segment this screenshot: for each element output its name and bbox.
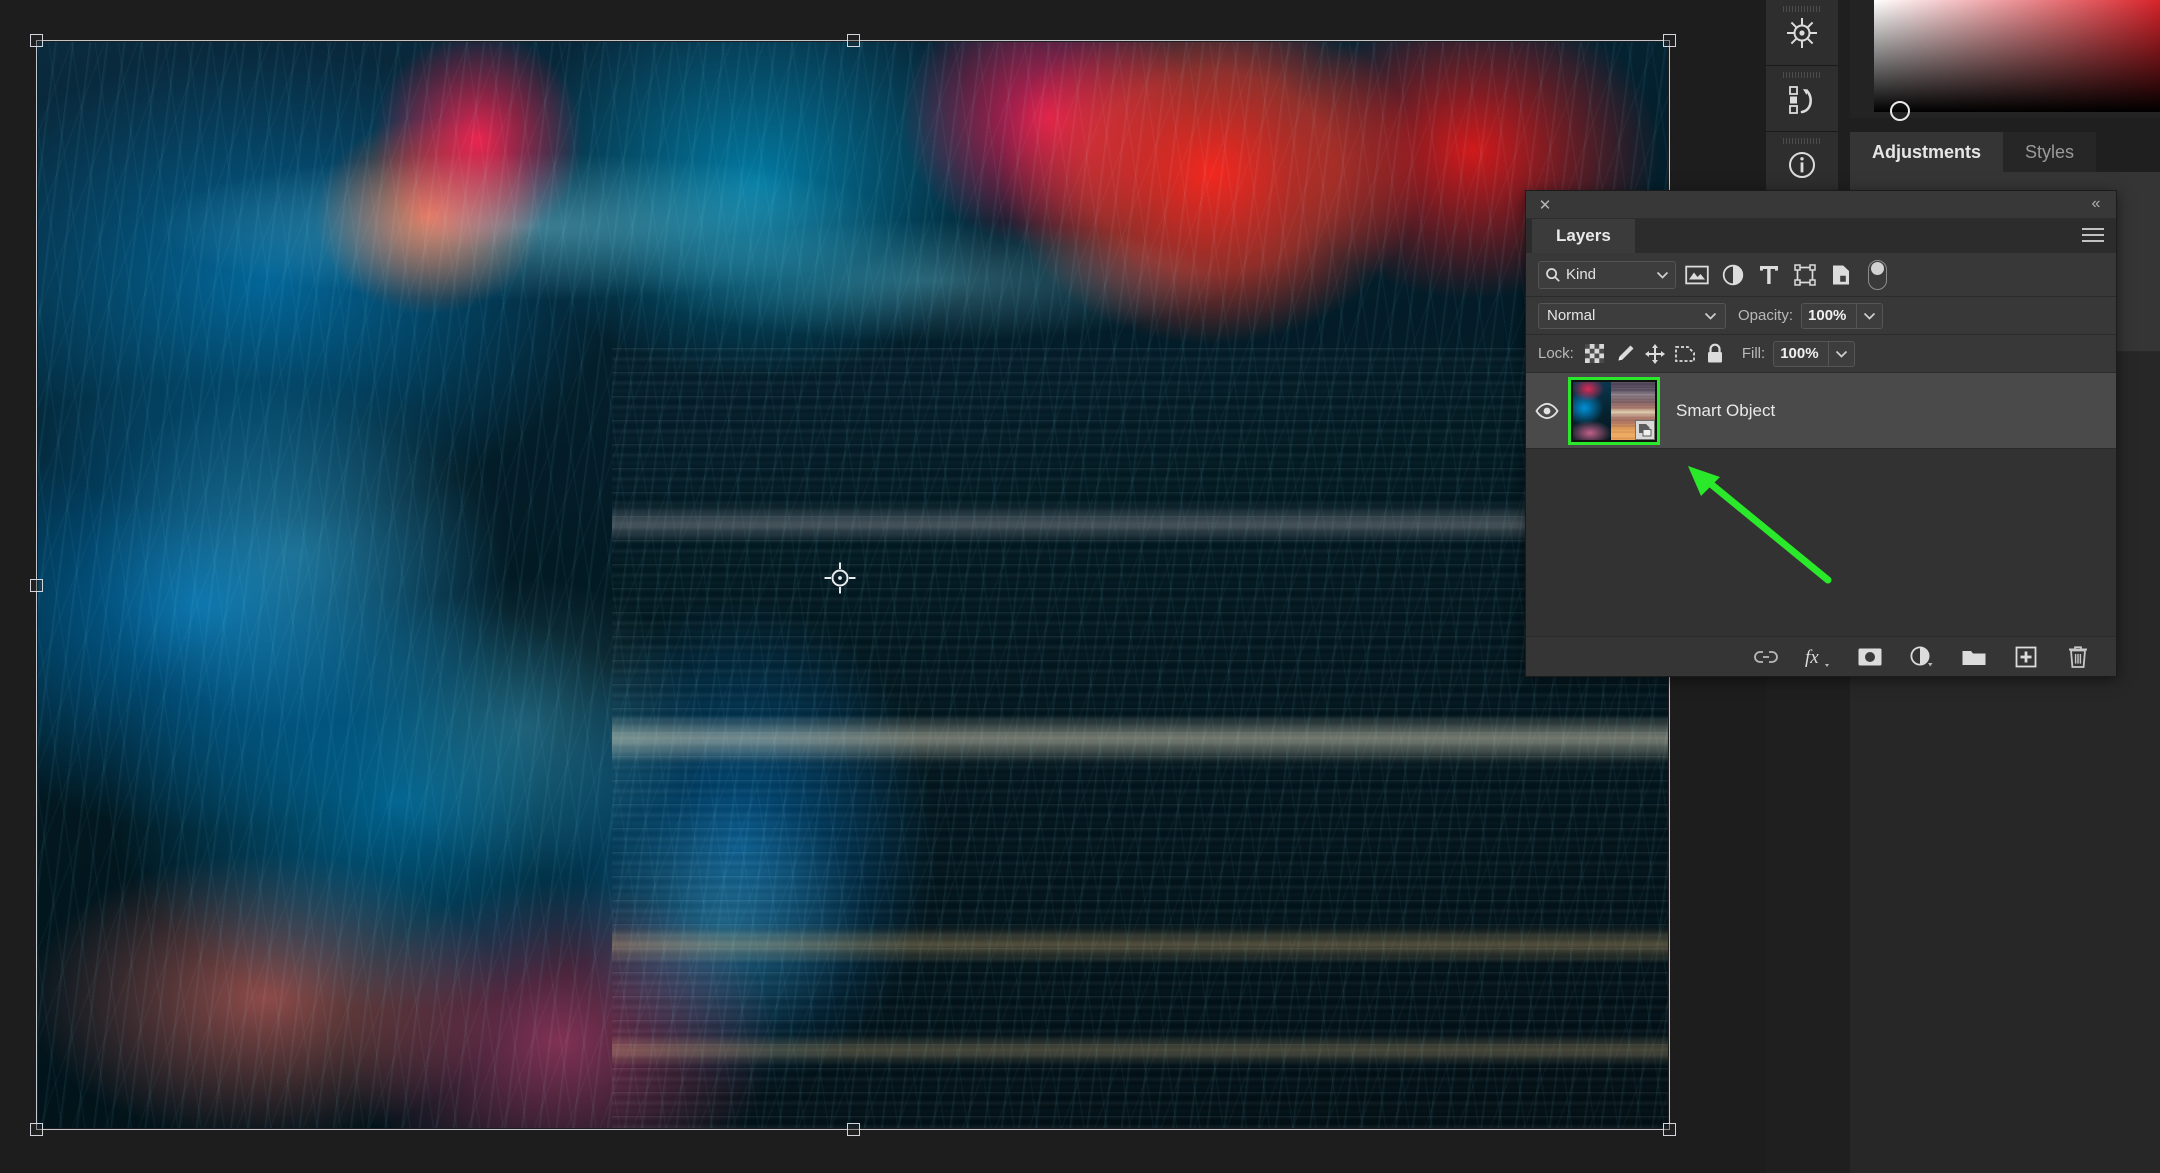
fx-icon: fx	[1805, 647, 1829, 668]
blend-mode-select[interactable]: Normal	[1538, 302, 1726, 329]
opacity-stepper-chevron[interactable]	[1856, 303, 1882, 328]
tab-layers[interactable]: Layers	[1532, 219, 1635, 253]
layer-list[interactable]: Smart Object	[1526, 373, 2116, 577]
fill-value: 100%	[1780, 345, 1819, 362]
lock-image-pixels-icon[interactable]	[1610, 341, 1640, 367]
blend-mode-row: Normal Opacity: 100%	[1526, 297, 2116, 335]
chevron-down-icon	[1836, 350, 1848, 358]
navigator-icon	[1787, 17, 1817, 48]
filter-enable-toggle[interactable]	[1868, 259, 1887, 290]
add-mask-button[interactable]	[1850, 641, 1890, 673]
panel-grip	[1783, 72, 1821, 78]
color-saturation-brightness-field[interactable]	[1874, 0, 2160, 121]
link-layers-button[interactable]	[1746, 641, 1786, 673]
link-icon	[1754, 650, 1778, 663]
filter-kind-select[interactable]: Kind	[1538, 260, 1676, 289]
adjustments-tab-strip: Adjustments Styles	[1850, 132, 2160, 172]
canvas-workspace[interactable]	[0, 0, 1766, 1173]
svg-text:fx: fx	[1805, 647, 1819, 668]
photoshop-window: Adjustments Styles ✕ « Layers Kind Norma…	[0, 0, 2160, 1173]
new-group-button[interactable]	[1954, 641, 1994, 673]
lock-all-icon[interactable]	[1700, 341, 1730, 367]
collapse-panel-icon[interactable]: «	[2086, 195, 2106, 213]
filter-kind-label: Kind	[1566, 266, 1597, 283]
filter-smartobject-icon[interactable]	[1826, 261, 1856, 289]
fill-field[interactable]: 100%	[1773, 340, 1856, 367]
lock-artboard-nesting-icon[interactable]	[1670, 341, 1700, 367]
layers-tab-row: Layers	[1526, 219, 2116, 253]
chevron-down-icon	[1863, 312, 1876, 320]
layer-list-empty-area[interactable]	[1526, 449, 2116, 577]
opacity-field[interactable]: 100%	[1801, 302, 1884, 329]
smart-object-sunset-layer[interactable]	[612, 348, 1668, 1128]
tab-adjustments[interactable]: Adjustments	[1850, 132, 2004, 172]
lock-row: Lock: Fill: 100%	[1526, 335, 2116, 373]
filter-pixel-icon[interactable]	[1682, 261, 1712, 289]
fill-label: Fill:	[1741, 345, 1766, 362]
layers-panel-titlebar[interactable]: ✕ «	[1526, 191, 2116, 219]
navigator-panel-button[interactable]	[1766, 0, 1838, 66]
delete-layer-button[interactable]	[2058, 641, 2098, 673]
color-selector-marker[interactable]	[1890, 101, 1910, 121]
color-picker-panel	[1850, 0, 2160, 121]
mask-icon	[1858, 648, 1882, 665]
filter-shape-icon[interactable]	[1790, 261, 1820, 289]
panel-grip	[1783, 138, 1821, 144]
layer-visibility-toggle[interactable]	[1526, 402, 1568, 419]
adjustment-layer-button[interactable]	[1902, 641, 1942, 673]
adjustment-circle-icon	[1910, 645, 1933, 666]
layers-panel-action-bar: fx	[1526, 636, 2116, 676]
new-layer-plus-icon	[2015, 646, 2037, 667]
thumbnail-ink-half	[1573, 381, 1611, 440]
tab-styles[interactable]: Styles	[2003, 132, 2097, 172]
lock-label: Lock:	[1538, 345, 1574, 362]
close-icon[interactable]: ✕	[1536, 196, 1554, 214]
search-icon	[1546, 267, 1560, 282]
eye-icon	[1535, 402, 1559, 419]
new-layer-button[interactable]	[2006, 641, 2046, 673]
table-row[interactable]: Smart Object	[1526, 373, 2116, 449]
fill-stepper-chevron[interactable]	[1828, 341, 1854, 366]
history-panel-button[interactable]	[1766, 66, 1838, 132]
history-icon	[1789, 85, 1812, 114]
smart-object-badge	[1635, 419, 1655, 440]
lock-position-icon[interactable]	[1640, 341, 1670, 367]
opacity-value: 100%	[1808, 307, 1847, 324]
blend-mode-value: Normal	[1547, 307, 1596, 324]
layer-filter-row: Kind	[1526, 253, 2116, 297]
opacity-label: Opacity:	[1738, 307, 1794, 324]
lock-transparent-pixels-icon[interactable]	[1580, 341, 1610, 367]
layer-style-button[interactable]: fx	[1798, 641, 1838, 673]
folder-icon	[1962, 650, 1986, 665]
hamburger-menu-icon[interactable]	[2082, 228, 2104, 244]
chevron-down-icon	[1704, 312, 1717, 320]
panel-grip	[1783, 6, 1821, 12]
info-panel-button[interactable]	[1766, 132, 1838, 198]
layer-name-label: Smart Object	[1676, 400, 1776, 420]
collapsed-panel-rail	[1766, 0, 1838, 198]
layers-panel[interactable]: ✕ « Layers Kind Normal Opacity: 100% Loc…	[1525, 190, 2117, 677]
chevron-down-icon	[1656, 271, 1669, 279]
sunset-highlight-bands	[612, 348, 1668, 1128]
layer-thumbnail[interactable]	[1568, 376, 1660, 445]
trash-icon	[2069, 645, 2087, 668]
info-icon	[1789, 151, 1815, 178]
filter-adjustment-icon[interactable]	[1718, 261, 1748, 289]
document-canvas[interactable]	[38, 42, 1668, 1128]
filter-type-icon[interactable]	[1754, 261, 1784, 289]
